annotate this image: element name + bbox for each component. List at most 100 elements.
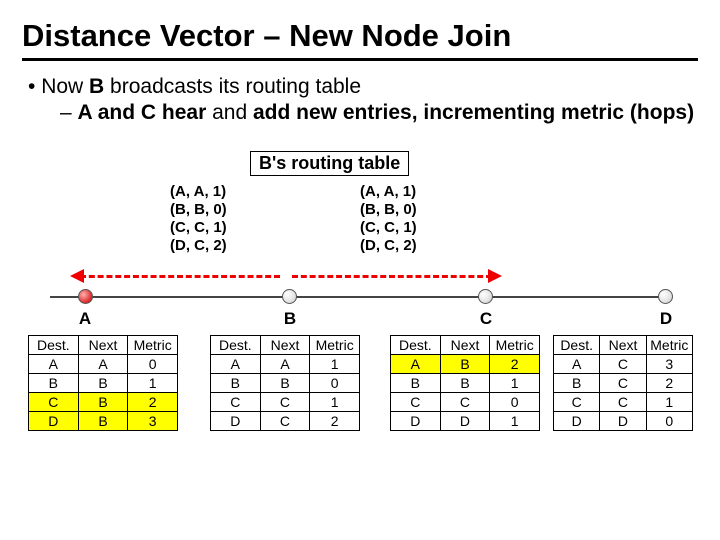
routing-table-b: Dest.NextMetricAA1BB0CC1DC2 <box>210 335 360 431</box>
bullet1-post: broadcasts its routing table <box>104 75 361 98</box>
table-cell: 0 <box>128 355 178 374</box>
table-row: BB0 <box>211 374 360 393</box>
table-row: DD0 <box>554 412 693 431</box>
bullet2-bold1: A and C hear <box>78 101 207 124</box>
table-header: Next <box>260 336 310 355</box>
table-cell: 1 <box>128 374 178 393</box>
table-header: Dest. <box>554 336 600 355</box>
tuple: (C, C, 1) <box>170 219 227 237</box>
diagram: B's routing table (A, A, 1) (B, B, 0) (C… <box>30 151 690 451</box>
table-header: Dest. <box>391 336 441 355</box>
table-cell: D <box>391 412 441 431</box>
bullet1-bold: B <box>89 75 104 98</box>
table-cell: B <box>391 374 441 393</box>
table-cell: C <box>260 393 310 412</box>
table-row: CC0 <box>391 393 540 412</box>
table-cell: 3 <box>128 412 178 431</box>
tuple: (A, A, 1) <box>170 183 227 201</box>
table-cell: B <box>78 412 128 431</box>
table-cell: 1 <box>646 393 692 412</box>
bullet1-pre: Now <box>41 75 89 98</box>
table-cell: C <box>600 393 646 412</box>
table-row: AA1 <box>211 355 360 374</box>
table-cell: A <box>260 355 310 374</box>
table-row: CC1 <box>211 393 360 412</box>
table-cell: 1 <box>310 355 360 374</box>
bullet-2: – A and C hear and add new entries, incr… <box>28 101 698 125</box>
table-row: BB1 <box>391 374 540 393</box>
table-cell: C <box>391 393 441 412</box>
broadcast-arrow-right <box>292 275 492 278</box>
routing-table-c: Dest.NextMetricAB2BB1CC0DD1 <box>390 335 540 431</box>
table-cell: A <box>554 355 600 374</box>
bullet-1: • Now B broadcasts its routing table <box>28 75 698 99</box>
table-cell: C <box>554 393 600 412</box>
table-header: Next <box>78 336 128 355</box>
node-label-c: C <box>476 309 496 329</box>
broadcast-tuples-right: (A, A, 1) (B, B, 0) (C, C, 1) (D, C, 2) <box>360 183 417 255</box>
tuple: (B, B, 0) <box>360 201 417 219</box>
table-header: Metric <box>646 336 692 355</box>
table-cell: 2 <box>310 412 360 431</box>
table-cell: B <box>440 355 490 374</box>
node-d-icon <box>658 289 673 304</box>
table-cell: 3 <box>646 355 692 374</box>
bullet2-bold2: add new entries, incrementing metric (ho… <box>253 101 694 124</box>
table-cell: A <box>391 355 441 374</box>
node-label-b: B <box>280 309 300 329</box>
table-cell: B <box>260 374 310 393</box>
table-cell: C <box>440 393 490 412</box>
table-cell: A <box>78 355 128 374</box>
routing-table-d: Dest.NextMetricAC3BC2CC1DD0 <box>553 335 693 431</box>
table-header: Dest. <box>29 336 79 355</box>
table-row: DB3 <box>29 412 178 431</box>
table-cell: D <box>554 412 600 431</box>
table-row: BC2 <box>554 374 693 393</box>
table-row: DC2 <box>211 412 360 431</box>
table-cell: D <box>600 412 646 431</box>
table-header: Metric <box>128 336 178 355</box>
table-header: Next <box>600 336 646 355</box>
routing-table-a: Dest.NextMetricAA0BB1CB2DB3 <box>28 335 178 431</box>
table-row: DD1 <box>391 412 540 431</box>
table-cell: 2 <box>646 374 692 393</box>
broadcast-arrow-left <box>80 275 280 278</box>
title-rule <box>22 58 698 61</box>
node-a-icon <box>78 289 93 304</box>
bullet-block: • Now B broadcasts its routing table – A… <box>22 75 698 125</box>
tuple: (D, C, 2) <box>360 237 417 255</box>
table-cell: C <box>600 355 646 374</box>
table-row: BB1 <box>29 374 178 393</box>
tuple: (D, C, 2) <box>170 237 227 255</box>
table-row: AC3 <box>554 355 693 374</box>
table-cell: 1 <box>490 412 540 431</box>
node-label-d: D <box>656 309 676 329</box>
table-cell: D <box>211 412 261 431</box>
table-cell: C <box>211 393 261 412</box>
table-cell: 0 <box>646 412 692 431</box>
table-cell: B <box>29 374 79 393</box>
table-header: Dest. <box>211 336 261 355</box>
table-cell: D <box>29 412 79 431</box>
table-header: Metric <box>490 336 540 355</box>
table-cell: B <box>211 374 261 393</box>
table-cell: D <box>440 412 490 431</box>
table-row: CC1 <box>554 393 693 412</box>
table-cell: C <box>29 393 79 412</box>
bullet2-mid: and <box>206 101 253 124</box>
page-title: Distance Vector – New Node Join <box>22 18 698 54</box>
routing-table-label: B's routing table <box>250 151 409 176</box>
tuple: (B, B, 0) <box>170 201 227 219</box>
network-line <box>50 296 670 298</box>
arrow-right-icon <box>488 269 502 283</box>
node-label-a: A <box>75 309 95 329</box>
table-cell: C <box>260 412 310 431</box>
table-header: Metric <box>310 336 360 355</box>
table-cell: A <box>29 355 79 374</box>
table-cell: B <box>78 374 128 393</box>
table-cell: C <box>600 374 646 393</box>
table-row: AA0 <box>29 355 178 374</box>
tuple: (C, C, 1) <box>360 219 417 237</box>
table-cell: 2 <box>128 393 178 412</box>
table-cell: 1 <box>490 374 540 393</box>
